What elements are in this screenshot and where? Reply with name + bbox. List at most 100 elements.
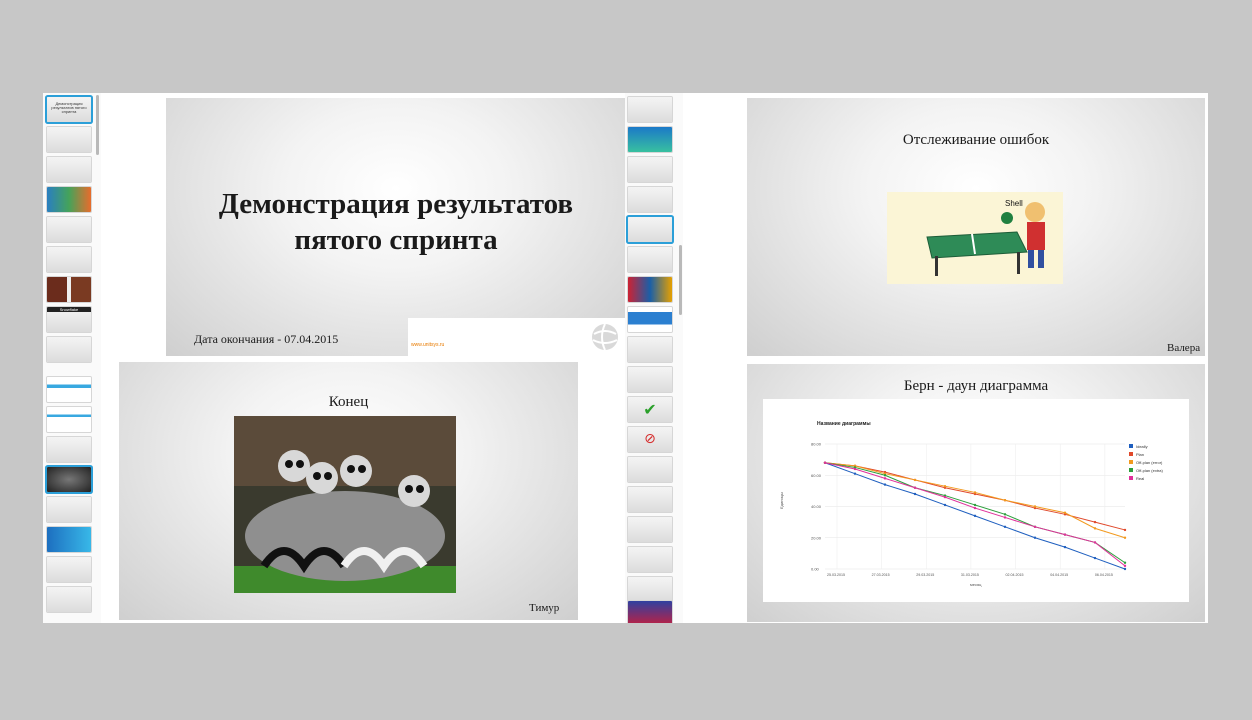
title-slide-date: Дата окончания - 07.04.2015 [194, 332, 339, 346]
shell-label: Shell [1005, 199, 1023, 208]
chart-data-point [883, 474, 887, 477]
chart-x-tick-label: 27.03.2015 [872, 573, 890, 577]
chart-data-point [1003, 516, 1007, 519]
chart-data-point [1003, 513, 1007, 516]
chart-x-tick-label: 31.03.2015 [961, 573, 979, 577]
thumbnail-slide-7[interactable] [47, 277, 91, 302]
thumbnail-mid-5[interactable] [628, 217, 672, 242]
thumbnail-slide-1[interactable]: Демонстрация результатов пятого спринта [47, 97, 91, 122]
chart-data-point [1033, 505, 1037, 508]
thumbnail-slide-11[interactable] [47, 407, 91, 432]
bug-tracking-title: Отслеживание ошибок [902, 132, 1050, 148]
chart-data-point [823, 461, 827, 464]
chart-data-point [853, 472, 857, 475]
thumbnail-slide-5[interactable] [47, 217, 91, 242]
chart-data-point [1123, 528, 1127, 532]
chart-y-tick-label: 80.00 [811, 442, 822, 447]
thumbnail-mid-7[interactable] [628, 277, 672, 302]
chart-legend-label: Off-plan (error) [1136, 460, 1163, 465]
thumbnail-mid-1[interactable] [628, 97, 672, 122]
chart-data-point [1123, 561, 1127, 564]
chart-data-point [913, 492, 917, 496]
chart-legend-swatch [1129, 460, 1133, 464]
ping-pong-illustration: Shell [887, 192, 1063, 284]
chart-data-point [943, 503, 947, 507]
chart-series-line [824, 462, 1126, 567]
chart-y-tick-label: 60.00 [811, 473, 822, 478]
thumbnail-mid-13[interactable] [628, 457, 672, 482]
thumbnail-slide-13[interactable] [47, 467, 91, 492]
chart-legend-label: Real [1136, 476, 1144, 481]
thumbnail-slide-3[interactable] [47, 157, 91, 182]
thumbnail-title: Демонстрация результатов пятого спринта [51, 101, 87, 114]
thumbnail-mid-17[interactable] [628, 577, 672, 602]
thumbnail-mid-12[interactable]: ⊘ [628, 427, 672, 452]
globe-logo-icon [592, 323, 618, 351]
chart-legend-label: Ideally [1136, 444, 1148, 449]
thumbnail-snowflake-label: Snowflake [47, 307, 91, 312]
thumbnail-slide-17[interactable] [47, 587, 91, 612]
thumbnail-slide-12[interactable] [47, 437, 91, 462]
chart-data-point [1093, 520, 1097, 524]
thumbnail-slide-8[interactable]: Snowflake [47, 307, 91, 332]
chart-data-point [1033, 525, 1037, 529]
end-slide-title: Конец [328, 394, 369, 410]
thumbnail-slide-10[interactable] [47, 377, 91, 402]
thumbnail-mid-8[interactable] [628, 307, 672, 332]
chart-y-axis-label: Единицы [779, 492, 784, 509]
chart-data-point [913, 486, 917, 489]
chart-legend-swatch [1129, 452, 1133, 456]
chart-y-tick-label: 0.00 [811, 567, 820, 572]
thumbnail-slide-2[interactable] [47, 127, 91, 152]
thumbnail-mid-16[interactable] [628, 547, 672, 572]
thumbnail-mid-9[interactable] [628, 337, 672, 362]
thumbnail-slide-16[interactable] [47, 557, 91, 582]
chart-legend-label: Off-plan (extra) [1136, 468, 1163, 473]
thumbnail-mid-15[interactable] [628, 517, 672, 542]
thumbnail-slide-14[interactable] [47, 497, 91, 522]
chart-data-point [973, 506, 977, 510]
chart-x-axis-label: месяц [970, 582, 982, 587]
end-slide[interactable]: Конец Тимур [119, 362, 578, 620]
bug-tracking-slide[interactable]: Отслеживание ошибок Shell Валера [747, 98, 1205, 356]
thumbnail-slide-6[interactable] [47, 247, 91, 272]
chart-x-tick-label: 04.04.2015 [1050, 573, 1068, 577]
end-slide-author: Тимур [529, 602, 560, 614]
thumbnail-mid-4[interactable] [628, 187, 672, 212]
chart-legend-swatch [1129, 444, 1133, 448]
chart-data-point [1093, 541, 1097, 544]
chart-data-point [1063, 533, 1067, 536]
thumbnail-mid-3[interactable] [628, 157, 672, 182]
chart-data-point [943, 495, 947, 499]
thumbnail-scrollbar-left[interactable] [96, 95, 99, 155]
chart-data-point [1093, 527, 1097, 530]
unitsys-url: www.unitsys.ru [411, 342, 445, 348]
thumbnail-slide-9[interactable] [47, 337, 91, 362]
thumbnail-mid-18[interactable] [628, 601, 672, 623]
thumbnail-strip-left: Демонстрация результатов пятого спринта … [43, 93, 101, 623]
thumbnail-slide-15[interactable] [47, 527, 91, 552]
chart-data-point [853, 467, 857, 471]
left-presentation-window: Демонстрация результатов пятого спринта … [43, 93, 625, 623]
thumbnail-scrollbar-middle[interactable] [679, 245, 682, 315]
thumbnail-mid-2[interactable] [628, 127, 672, 152]
chart-data-point [913, 478, 917, 482]
chart-y-tick-label: 40.00 [811, 504, 822, 509]
thumbnail-mid-14[interactable] [628, 487, 672, 512]
chart-x-tick-label: 06.04.2015 [1095, 573, 1113, 577]
chart-x-tick-label: 29.03.2015 [916, 573, 934, 577]
chart-data-point [973, 491, 977, 494]
burndown-chart: Название диаграммы Единицы месяц 0.00 20.… [763, 399, 1189, 602]
burndown-slide[interactable]: Берн - даун диаграмма Название диаграммы… [747, 364, 1205, 622]
chart-data-point [883, 483, 887, 486]
middle-thumbnail-strip: ✔ ⊘ [625, 93, 683, 623]
chart-data-point [973, 503, 977, 507]
chart-data-point [1093, 556, 1097, 560]
thumbnail-mid-6[interactable] [628, 247, 672, 272]
chart-data-point [943, 484, 947, 488]
thumbnail-slide-4[interactable] [47, 187, 91, 212]
thumbnail-mid-10[interactable] [628, 367, 672, 392]
chart-data-point [1123, 564, 1127, 568]
thumbnail-mid-11[interactable]: ✔ [628, 397, 672, 422]
chart-data-point [1033, 536, 1037, 539]
